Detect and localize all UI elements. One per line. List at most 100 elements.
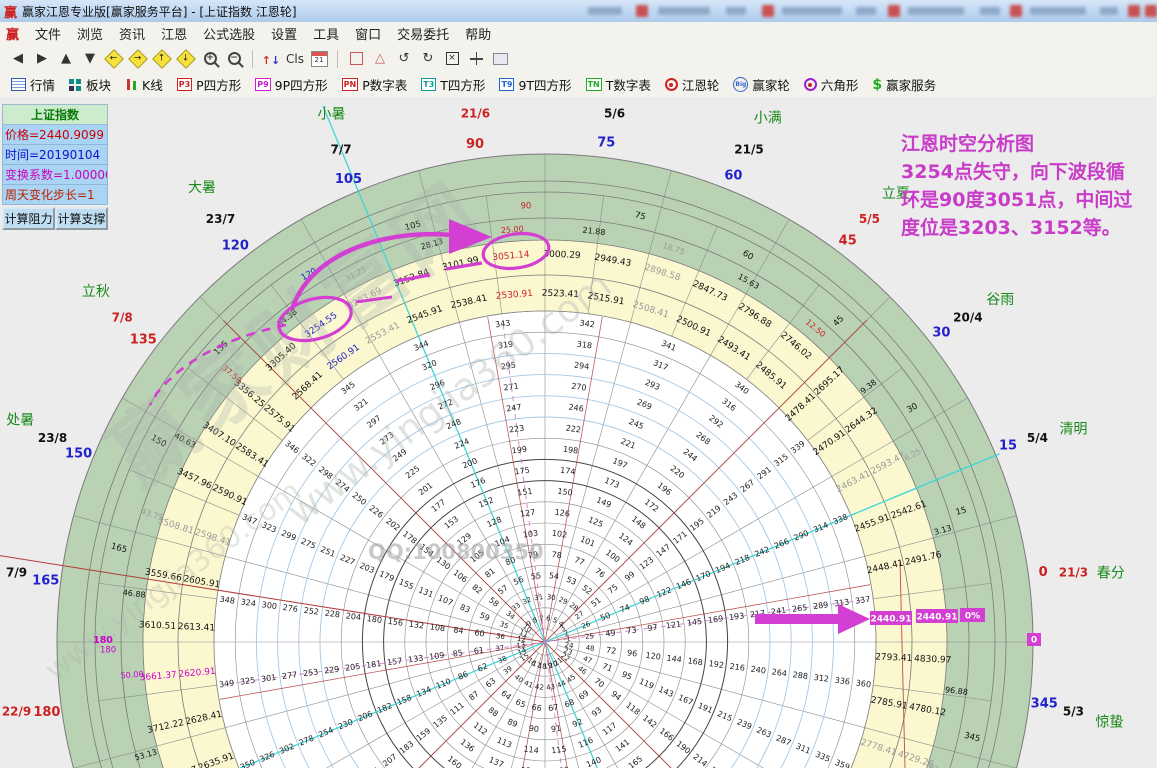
svg-text:120: 120 bbox=[222, 239, 249, 254]
module-button-赢家服务[interactable]: $赢家服务 bbox=[872, 75, 936, 94]
svg-text:67: 67 bbox=[548, 703, 559, 713]
module-button-T四方形[interactable]: T3T四方形 bbox=[421, 75, 485, 94]
svg-text:0: 0 bbox=[1031, 636, 1037, 646]
svg-text:21/6: 21/6 bbox=[461, 107, 490, 121]
svg-text:36: 36 bbox=[496, 632, 506, 641]
menu-item-浏览[interactable]: 浏览 bbox=[69, 24, 111, 43]
menu-item-窗口[interactable]: 窗口 bbox=[347, 24, 389, 43]
module-button-T数字表[interactable]: TNT数字表 bbox=[586, 75, 651, 94]
svg-text:90: 90 bbox=[528, 724, 539, 734]
blurred-item bbox=[856, 7, 876, 15]
svg-text:73: 73 bbox=[626, 625, 637, 635]
menu-item-工具[interactable]: 工具 bbox=[305, 24, 347, 43]
blurred-item bbox=[588, 7, 622, 15]
panel-field: 价格=2440.9099 bbox=[2, 125, 108, 145]
svg-text:61: 61 bbox=[473, 646, 484, 656]
module-button-P四方形[interactable]: P3P四方形 bbox=[177, 75, 241, 94]
svg-text:45: 45 bbox=[839, 233, 857, 248]
svg-text:7/9: 7/9 bbox=[6, 565, 27, 579]
menu-item-设置[interactable]: 设置 bbox=[263, 24, 305, 43]
module-button-行情[interactable]: 行情 bbox=[11, 75, 55, 94]
calendar-icon[interactable]: 21 bbox=[307, 48, 331, 70]
diamond-down-icon[interactable]: ↓ bbox=[174, 48, 198, 70]
menu-item-江恩[interactable]: 江恩 bbox=[153, 24, 195, 43]
menu-item-帮助[interactable]: 帮助 bbox=[457, 24, 499, 43]
blurred-item bbox=[1128, 5, 1140, 17]
svg-text:72: 72 bbox=[606, 646, 617, 656]
module-button-板块[interactable]: 板块 bbox=[69, 75, 111, 94]
button-计算阻力[interactable]: 计算阻力 bbox=[2, 207, 55, 230]
updown-icon[interactable]: ↑↓ bbox=[259, 48, 283, 70]
svg-text:150: 150 bbox=[65, 447, 92, 462]
svg-text:345: 345 bbox=[1031, 696, 1058, 711]
chart-area[interactable]: 1234567891011121314151617181920212223242… bbox=[0, 97, 1157, 768]
svg-text:QQ:100800350: QQ:100800350 bbox=[368, 540, 544, 564]
svg-text:54: 54 bbox=[548, 571, 559, 581]
quotes-grid-icon bbox=[11, 78, 26, 91]
rotate-ccw-icon[interactable]: ↺ bbox=[392, 48, 416, 70]
triangle-icon[interactable]: △ bbox=[368, 48, 392, 70]
module-button-六角形[interactable]: 六角形 bbox=[804, 75, 859, 94]
gann-wheel-icon bbox=[665, 78, 678, 91]
diamond-up-icon[interactable]: ↑ bbox=[150, 48, 174, 70]
blurred-item bbox=[1010, 5, 1022, 17]
blocks-icon bbox=[69, 79, 74, 84]
menu-item-文件[interactable]: 文件 bbox=[27, 24, 69, 43]
diamond-left-icon[interactable]: ← bbox=[102, 48, 126, 70]
kline-icon bbox=[125, 78, 138, 91]
svg-text:2793.41: 2793.41 bbox=[875, 652, 913, 664]
rotate-cw-icon[interactable]: ↻ bbox=[416, 48, 440, 70]
forward-icon[interactable]: ▶ bbox=[30, 48, 54, 70]
module-button-江恩轮[interactable]: 江恩轮 bbox=[665, 75, 720, 94]
module-button-P数字表[interactable]: PNP数字表 bbox=[342, 75, 408, 94]
board-icon[interactable] bbox=[488, 48, 512, 70]
svg-text:21/5: 21/5 bbox=[734, 143, 763, 157]
main-toolbar: ◀▶▲▼←→↑↓+−↑↓Cls21△↺↻× bbox=[0, 45, 1157, 73]
titlebar[interactable]: 赢 赢家江恩专业版[赢家服务平台] - [上证指数 江恩轮] bbox=[0, 0, 1157, 23]
menu-bar: 赢 文件浏览资讯江恩公式选股设置工具窗口交易委托帮助 bbox=[0, 22, 1157, 46]
tri-up-icon[interactable]: ▲ bbox=[54, 48, 78, 70]
svg-text:2440.91: 2440.91 bbox=[917, 613, 958, 623]
module-button-9P四方形[interactable]: P99P四方形 bbox=[255, 75, 327, 94]
menu-logo-icon: 赢 bbox=[6, 24, 19, 43]
svg-text:20/4: 20/4 bbox=[953, 311, 982, 325]
blurred-item bbox=[636, 5, 648, 17]
svg-text:91: 91 bbox=[550, 724, 561, 734]
svg-text:31: 31 bbox=[534, 593, 544, 602]
button-计算支撑[interactable]: 计算支撑 bbox=[55, 207, 108, 230]
zoom-out-icon[interactable]: − bbox=[222, 48, 246, 70]
tri-down-icon[interactable]: ▼ bbox=[78, 48, 102, 70]
svg-text:24: 24 bbox=[564, 641, 574, 650]
service-dollar-icon: $ bbox=[872, 77, 882, 93]
svg-text:大暑: 大暑 bbox=[188, 180, 216, 196]
svg-text:78: 78 bbox=[551, 550, 562, 560]
svg-text:小满: 小满 bbox=[754, 110, 782, 126]
svg-text:165: 165 bbox=[32, 574, 59, 589]
menu-item-资讯[interactable]: 资讯 bbox=[111, 24, 153, 43]
svg-text:25: 25 bbox=[585, 632, 595, 641]
panel-field: 变换系数=1.00000 bbox=[2, 165, 108, 185]
diamond-right-icon[interactable]: → bbox=[126, 48, 150, 70]
menu-item-公式选股[interactable]: 公式选股 bbox=[195, 24, 263, 43]
zoom-in-icon[interactable]: + bbox=[198, 48, 222, 70]
crosshair-icon[interactable] bbox=[464, 48, 488, 70]
blurred-item bbox=[658, 7, 710, 15]
toolbar-separator bbox=[337, 50, 338, 68]
svg-text:春分: 春分 bbox=[1097, 566, 1125, 582]
window-title: 赢家江恩专业版[赢家服务平台] - [上证指数 江恩轮] bbox=[22, 3, 297, 20]
T9-badge-icon: T9 bbox=[499, 78, 514, 91]
TN-badge-icon: TN bbox=[586, 78, 602, 91]
svg-text:50.00: 50.00 bbox=[120, 670, 144, 681]
menu-item-交易委托[interactable]: 交易委托 bbox=[389, 24, 457, 43]
module-button-9T四方形[interactable]: T99T四方形 bbox=[499, 75, 571, 94]
cls-icon[interactable]: Cls bbox=[283, 48, 307, 70]
square-icon[interactable] bbox=[344, 48, 368, 70]
blurred-item bbox=[782, 7, 842, 15]
back-icon[interactable]: ◀ bbox=[6, 48, 30, 70]
svg-text:105: 105 bbox=[335, 172, 362, 187]
module-button-赢家轮[interactable]: Big赢家轮 bbox=[733, 75, 790, 94]
svg-text:66: 66 bbox=[531, 703, 542, 713]
svg-text:30: 30 bbox=[932, 325, 950, 340]
module-button-K线[interactable]: K线 bbox=[125, 75, 163, 94]
box-x-icon[interactable]: × bbox=[440, 48, 464, 70]
